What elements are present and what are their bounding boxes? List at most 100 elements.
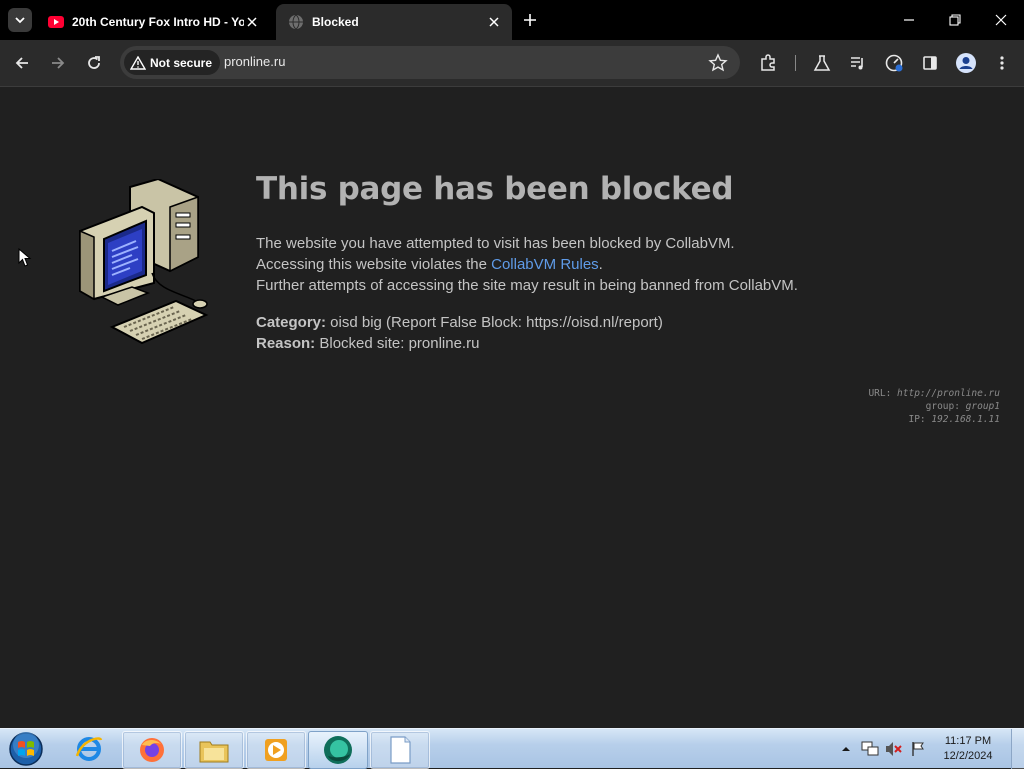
close-icon — [247, 17, 257, 27]
close-icon — [489, 17, 499, 27]
meta-url: URL: http://pronline.ru — [868, 387, 1000, 400]
page-title: This page has been blocked — [256, 171, 734, 207]
url-text: pronline.ru — [224, 54, 286, 69]
forward-button[interactable] — [46, 51, 70, 75]
taskbar-notepad[interactable] — [370, 731, 430, 769]
clock[interactable]: 11:17 PM 12/2/2024 — [933, 734, 1003, 764]
meta-url-label: URL: — [868, 388, 898, 399]
media-player-icon — [265, 739, 287, 761]
clock-date: 12/2/2024 — [943, 750, 993, 762]
meta-group-value: group1 — [965, 401, 1000, 412]
meta-ip-value: 192.168.1.11 — [931, 414, 1000, 425]
taskbar-browser[interactable] — [308, 731, 368, 769]
tab-title: Blocked — [312, 15, 359, 29]
tab-youtube[interactable]: 20th Century Fox Intro HD - YouTube — [40, 4, 270, 40]
restore-button[interactable] — [943, 8, 967, 32]
message-line-2: Accessing this website violates the Coll… — [256, 254, 996, 275]
taskbar-media-player[interactable] — [246, 731, 306, 769]
meta-ip: IP: 192.168.1.11 — [868, 413, 1000, 426]
tab-close-button[interactable] — [486, 14, 502, 30]
firefox-icon — [140, 738, 164, 762]
tab-title: 20th Century Fox Intro HD - YouTube — [72, 15, 244, 29]
block-message: The website you have attempted to visit … — [256, 233, 996, 296]
category-row: Category: oisd big (Report False Block: … — [256, 312, 663, 333]
globe-icon — [289, 14, 303, 30]
start-button[interactable] — [6, 730, 46, 768]
show-hidden-icons-button[interactable] — [837, 740, 855, 758]
profile-button[interactable] — [954, 51, 978, 75]
meta-group: group: group1 — [868, 400, 1000, 413]
flask-icon — [813, 55, 831, 71]
tab-close-button[interactable] — [244, 14, 260, 30]
action-center[interactable] — [909, 740, 927, 758]
arrow-right-icon — [52, 57, 65, 69]
close-icon — [995, 14, 1007, 26]
bookmark-star-icon[interactable] — [708, 53, 728, 73]
puzzle-icon — [761, 54, 775, 71]
reason-label: Reason: — [256, 335, 316, 352]
meta-ip-label: IP: — [908, 414, 932, 425]
security-label: Not secure — [150, 55, 213, 70]
internet-explorer-icon — [75, 737, 103, 761]
performance-button[interactable] — [882, 51, 906, 75]
reason-row: Reason: Blocked site: pronline.ru — [256, 333, 663, 354]
volume-muted-icon — [886, 742, 902, 756]
close-window-button[interactable] — [989, 8, 1013, 32]
arrow-left-icon — [15, 57, 28, 69]
warning-icon — [130, 55, 146, 70]
taskbar-firefox[interactable] — [122, 731, 182, 769]
taskbar-internet-explorer[interactable] — [60, 731, 118, 767]
minimize-button[interactable] — [897, 8, 921, 32]
address-bar[interactable]: Not secure pronline.ru — [120, 46, 740, 79]
collabvm-rules-link[interactable]: CollabVM Rules — [491, 256, 599, 273]
extensions-button[interactable] — [756, 51, 780, 75]
reload-icon — [88, 56, 100, 69]
volume-status[interactable] — [885, 740, 903, 758]
profile-avatar-icon — [956, 53, 976, 73]
message-line-3: Further attempts of accessing the site m… — [256, 277, 798, 294]
page-content: This page has been blocked The website y… — [0, 87, 1024, 728]
request-meta: URL: http://pronline.ru group: group1 IP… — [868, 387, 1000, 426]
category-label: Category: — [256, 314, 327, 331]
tab-blocked[interactable]: Blocked — [276, 4, 512, 40]
clock-time: 11:17 PM — [944, 735, 992, 747]
minimize-icon — [904, 19, 914, 21]
notepad-icon — [390, 736, 411, 764]
reload-button[interactable] — [82, 51, 106, 75]
tab-search-button[interactable] — [8, 8, 32, 32]
block-details: Category: oisd big (Report False Block: … — [256, 312, 663, 354]
network-status[interactable] — [861, 740, 879, 758]
performance-icon — [885, 54, 903, 72]
mouse-cursor-icon — [18, 248, 32, 267]
toolbar-separator — [795, 55, 796, 71]
system-tray: 11:17 PM 12/2/2024 — [837, 729, 1024, 769]
side-panel-icon — [923, 56, 937, 70]
kebab-menu-icon — [1000, 56, 1004, 70]
message-line-1: The website you have attempted to visit … — [256, 235, 735, 252]
restore-icon — [949, 14, 961, 26]
network-icon — [861, 741, 879, 756]
category-value: oisd big (Report False Block: https://oi… — [326, 314, 663, 331]
flag-icon — [912, 742, 924, 756]
taskbar-file-explorer[interactable] — [184, 731, 244, 769]
message-line-2-suffix: . — [598, 256, 603, 273]
show-desktop-button[interactable] — [1011, 729, 1024, 769]
message-line-2-text: Accessing this website violates the — [256, 256, 492, 273]
browser-toolbar: Not secure pronline.ru — [0, 40, 1024, 87]
reason-value: Blocked site: pronline.ru — [315, 335, 480, 352]
meta-group-label: group: — [925, 401, 966, 412]
plus-icon — [524, 14, 536, 26]
new-tab-button[interactable] — [520, 10, 540, 30]
file-explorer-icon — [199, 741, 229, 763]
side-panel-button[interactable] — [918, 51, 942, 75]
computer-illustration — [79, 179, 209, 345]
chevron-up-icon — [842, 747, 850, 751]
security-chip[interactable]: Not secure — [124, 50, 221, 75]
labs-button[interactable] — [810, 51, 834, 75]
windows-taskbar: 11:17 PM 12/2/2024 — [0, 728, 1024, 769]
chevron-down-icon — [15, 17, 25, 24]
media-controls-button[interactable] — [846, 51, 870, 75]
music-queue-icon — [851, 57, 863, 70]
menu-button[interactable] — [990, 51, 1014, 75]
back-button[interactable] — [10, 51, 34, 75]
